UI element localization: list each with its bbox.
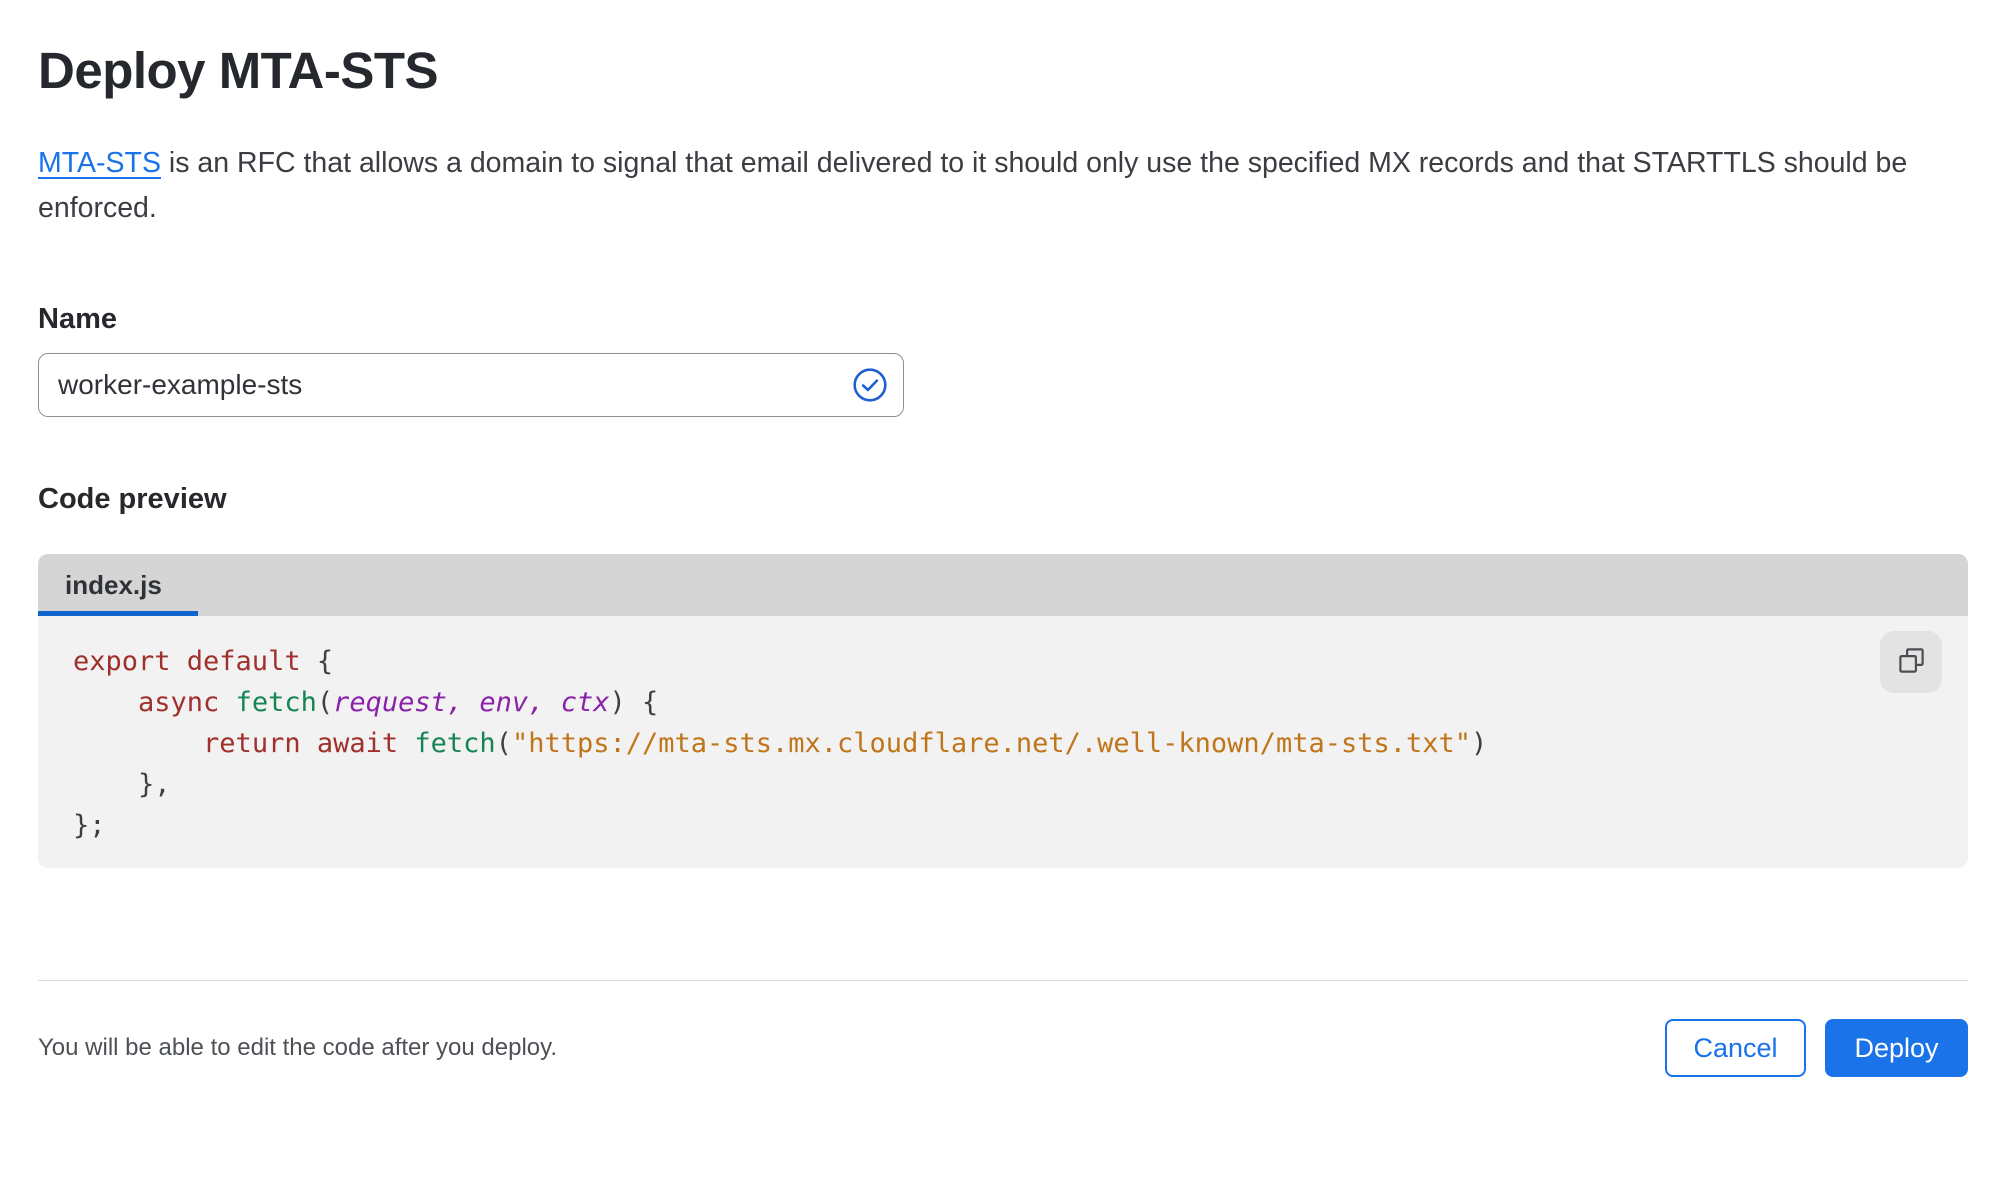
- code-area: export default { async fetch(request, en…: [38, 616, 1968, 869]
- deploy-mta-sts-page: Deploy MTA-STS MTA-STS is an RFC that al…: [0, 40, 1999, 1078]
- code-tab-bar: index.js: [38, 554, 1968, 617]
- worker-name-input[interactable]: [38, 353, 904, 418]
- code-line: },: [73, 769, 171, 801]
- name-input-wrap: [38, 353, 904, 418]
- page-description-text: is an RFC that allows a domain to signal…: [38, 147, 1908, 225]
- code-line: export default {: [73, 646, 334, 678]
- mta-sts-link[interactable]: MTA-STS: [38, 147, 161, 179]
- footer-note: You will be able to edit the code after …: [38, 1034, 558, 1062]
- code-line: };: [73, 810, 106, 842]
- cancel-button[interactable]: Cancel: [1665, 1019, 1806, 1078]
- code-line: async fetch(request, env, ctx) {: [138, 687, 659, 719]
- code-line: return await fetch("https://mta-sts.mx.c…: [203, 728, 1488, 760]
- footer-actions: Cancel Deploy: [1665, 1019, 1968, 1078]
- name-field-label: Name: [38, 303, 117, 336]
- tab-index-js[interactable]: index.js: [38, 554, 196, 616]
- deploy-button[interactable]: Deploy: [1825, 1019, 1968, 1078]
- page-title: Deploy MTA-STS: [38, 42, 439, 99]
- page-description: MTA-STS is an RFC that allows a domain t…: [38, 141, 1928, 231]
- footer: You will be able to edit the code after …: [38, 1019, 1968, 1078]
- code-preview-label: Code preview: [38, 483, 227, 516]
- code-content: export default { async fetch(request, en…: [73, 641, 1968, 846]
- footer-divider: [38, 980, 1968, 982]
- copy-icon: [1896, 645, 1927, 679]
- copy-code-button[interactable]: [1880, 631, 1942, 694]
- code-preview-panel: index.js export default { async fetch(re…: [38, 554, 1968, 869]
- check-circle-icon: [852, 367, 888, 403]
